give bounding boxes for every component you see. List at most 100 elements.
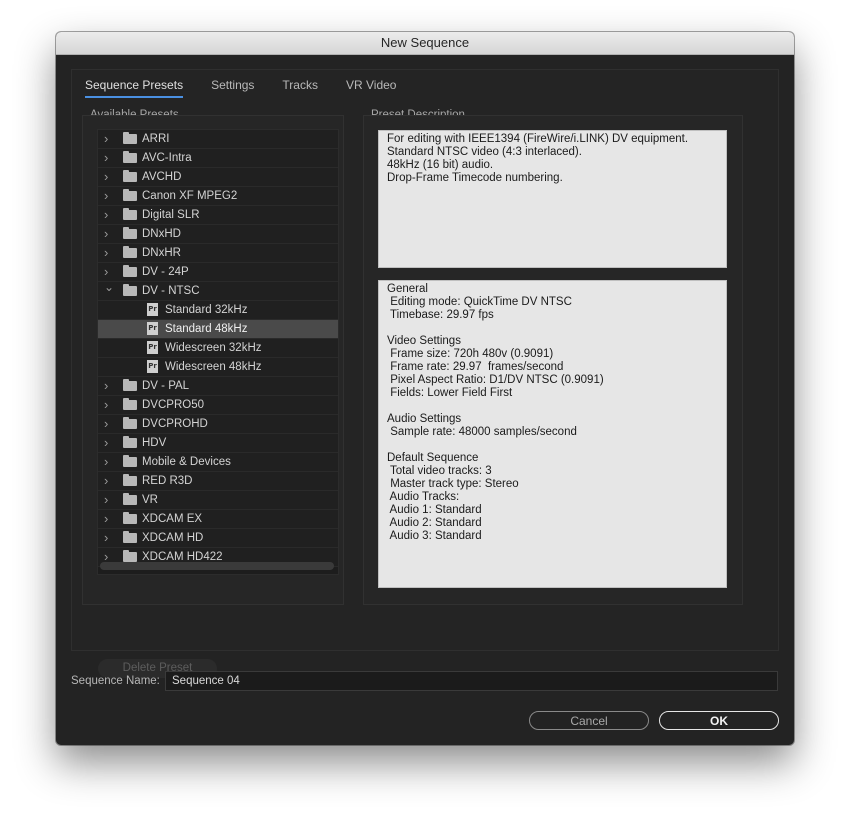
preset-folder-label: DNxHR xyxy=(142,247,181,259)
folder-icon xyxy=(123,436,137,448)
preset-folder-label: DVCPROHD xyxy=(142,418,208,430)
preset-folder-label: DV - 24P xyxy=(142,266,189,278)
preset-item-row[interactable]: Pr Standard 32kHz xyxy=(98,301,338,320)
chevron-right-icon[interactable]: › xyxy=(104,491,114,509)
folder-icon xyxy=(123,531,137,543)
main-panel: Sequence Presets Settings Tracks VR Vide… xyxy=(71,69,779,678)
preset-item-row[interactable]: Pr Widescreen 48kHz xyxy=(98,358,338,377)
folder-icon xyxy=(123,208,137,220)
folder-icon xyxy=(123,170,137,182)
chevron-right-icon[interactable]: › xyxy=(104,453,114,471)
preset-summary-text: For editing with IEEE1394 (FireWire/i.LI… xyxy=(378,130,727,268)
chevron-right-icon[interactable]: › xyxy=(104,377,114,395)
preset-folder-row[interactable]: › DVCPROHD xyxy=(98,415,338,434)
ok-button[interactable]: OK xyxy=(659,711,779,730)
preset-folder-row[interactable]: › XDCAM EX xyxy=(98,510,338,529)
preset-folder-label: DV - PAL xyxy=(142,380,190,392)
preset-details-text: General Editing mode: QuickTime DV NTSC … xyxy=(378,280,727,588)
preset-folder-label: AVC-Intra xyxy=(142,152,192,164)
premiere-preset-icon: Pr xyxy=(147,360,158,373)
chevron-right-icon[interactable]: › xyxy=(104,206,114,224)
preset-item-row[interactable]: Pr Widescreen 32kHz xyxy=(98,339,338,358)
preset-item-row[interactable]: Pr Standard 48kHz xyxy=(98,320,338,339)
preset-folder-label: HDV xyxy=(142,437,167,449)
horizontal-scrollbar[interactable] xyxy=(100,562,334,570)
preset-folder-row[interactable]: › RED R3D xyxy=(98,472,338,491)
chevron-right-icon[interactable]: › xyxy=(104,187,114,205)
preset-folder-row[interactable]: › DNxHR xyxy=(98,244,338,263)
preset-item-label: Widescreen 48kHz xyxy=(165,361,262,373)
premiere-preset-icon: Pr xyxy=(147,303,158,316)
preset-folder-row[interactable]: › VR xyxy=(98,491,338,510)
chevron-right-icon[interactable]: › xyxy=(104,225,114,243)
preset-item-label: Standard 48kHz xyxy=(165,323,248,335)
folder-icon xyxy=(123,227,137,239)
available-presets-panel: › ARRI › AVC-Intra › AVCHD › Canon XF MPEG2 › Dig… xyxy=(82,115,344,605)
preset-folder-label: VR xyxy=(142,494,158,506)
preset-folder-row[interactable]: › Canon XF MPEG2 xyxy=(98,187,338,206)
preset-folder-row[interactable]: › Mobile & Devices xyxy=(98,453,338,472)
folder-icon xyxy=(123,512,137,524)
preset-folder-label: RED R3D xyxy=(142,475,193,487)
preset-folder-label: XDCAM EX xyxy=(142,513,203,525)
preset-folder-label: Canon XF MPEG2 xyxy=(142,190,238,202)
chevron-right-icon[interactable]: › xyxy=(104,149,114,167)
preset-folder-label: Mobile & Devices xyxy=(142,456,231,468)
folder-icon xyxy=(123,151,137,163)
chevron-right-icon[interactable]: › xyxy=(104,415,114,433)
presets-tree[interactable]: › ARRI › AVC-Intra › AVCHD › Canon XF MPEG2 › Dig… xyxy=(97,129,339,575)
chevron-right-icon[interactable]: › xyxy=(104,130,114,148)
folder-icon xyxy=(123,398,137,410)
preset-folder-label: Digital SLR xyxy=(142,209,200,221)
cancel-button[interactable]: Cancel xyxy=(529,711,649,730)
preset-folder-label: DNxHD xyxy=(142,228,181,240)
preset-folder-row[interactable]: › Digital SLR xyxy=(98,206,338,225)
preset-folder-row[interactable]: › DNxHD xyxy=(98,225,338,244)
chevron-right-icon[interactable]: › xyxy=(104,529,114,547)
folder-icon xyxy=(123,455,137,467)
sequence-name-label: Sequence Name: xyxy=(71,675,160,687)
preset-folder-row[interactable]: › XDCAM HD xyxy=(98,529,338,548)
preset-folder-row[interactable]: › AVC-Intra xyxy=(98,149,338,168)
tab-tracks[interactable]: Tracks xyxy=(282,78,318,98)
folder-icon xyxy=(123,550,137,562)
chevron-right-icon[interactable]: › xyxy=(104,396,114,414)
tab-vr-video[interactable]: VR Video xyxy=(346,78,396,98)
folder-icon xyxy=(123,189,137,201)
preset-folder-row[interactable]: › AVCHD xyxy=(98,168,338,187)
folder-icon xyxy=(123,246,137,258)
folder-icon xyxy=(123,284,137,296)
tab-sequence-presets[interactable]: Sequence Presets xyxy=(85,78,184,98)
window-title: New Sequence xyxy=(56,32,794,55)
tab-settings[interactable]: Settings xyxy=(211,78,254,98)
preset-description-panel: For editing with IEEE1394 (FireWire/i.LI… xyxy=(363,115,743,605)
folder-icon xyxy=(123,132,137,144)
chevron-down-icon[interactable]: ⌄ xyxy=(104,278,114,296)
preset-folder-label: ARRI xyxy=(142,133,170,145)
chevron-right-icon[interactable]: › xyxy=(104,510,114,528)
preset-folder-row[interactable]: ⌄ DV - NTSC xyxy=(98,280,338,301)
preset-folder-row[interactable]: › ARRI xyxy=(98,130,338,149)
preset-folder-label: AVCHD xyxy=(142,171,182,183)
premiere-preset-icon: Pr xyxy=(147,341,158,354)
folder-icon xyxy=(123,265,137,277)
chevron-right-icon[interactable]: › xyxy=(104,472,114,490)
new-sequence-dialog: New Sequence Sequence Presets Settings T… xyxy=(56,32,794,745)
chevron-right-icon[interactable]: › xyxy=(104,168,114,186)
preset-folder-row[interactable]: › DV - PAL xyxy=(98,377,338,396)
folder-icon xyxy=(123,379,137,391)
chevron-right-icon[interactable]: › xyxy=(104,244,114,262)
preset-item-label: Widescreen 32kHz xyxy=(165,342,262,354)
preset-folder-label: DVCPRO50 xyxy=(142,399,204,411)
preset-folder-label: DV - NTSC xyxy=(142,285,200,297)
preset-folder-label: XDCAM HD xyxy=(142,532,204,544)
preset-folder-row[interactable]: › HDV xyxy=(98,434,338,453)
sequence-name-input[interactable] xyxy=(165,671,778,691)
folder-icon xyxy=(123,417,137,429)
preset-folder-row[interactable]: › DV - 24P xyxy=(98,263,338,282)
preset-folder-row[interactable]: › DVCPRO50 xyxy=(98,396,338,415)
tab-bar: Sequence Presets Settings Tracks VR Vide… xyxy=(85,78,424,98)
chevron-right-icon[interactable]: › xyxy=(104,434,114,452)
preset-item-label: Standard 32kHz xyxy=(165,304,248,316)
folder-icon xyxy=(123,474,137,486)
